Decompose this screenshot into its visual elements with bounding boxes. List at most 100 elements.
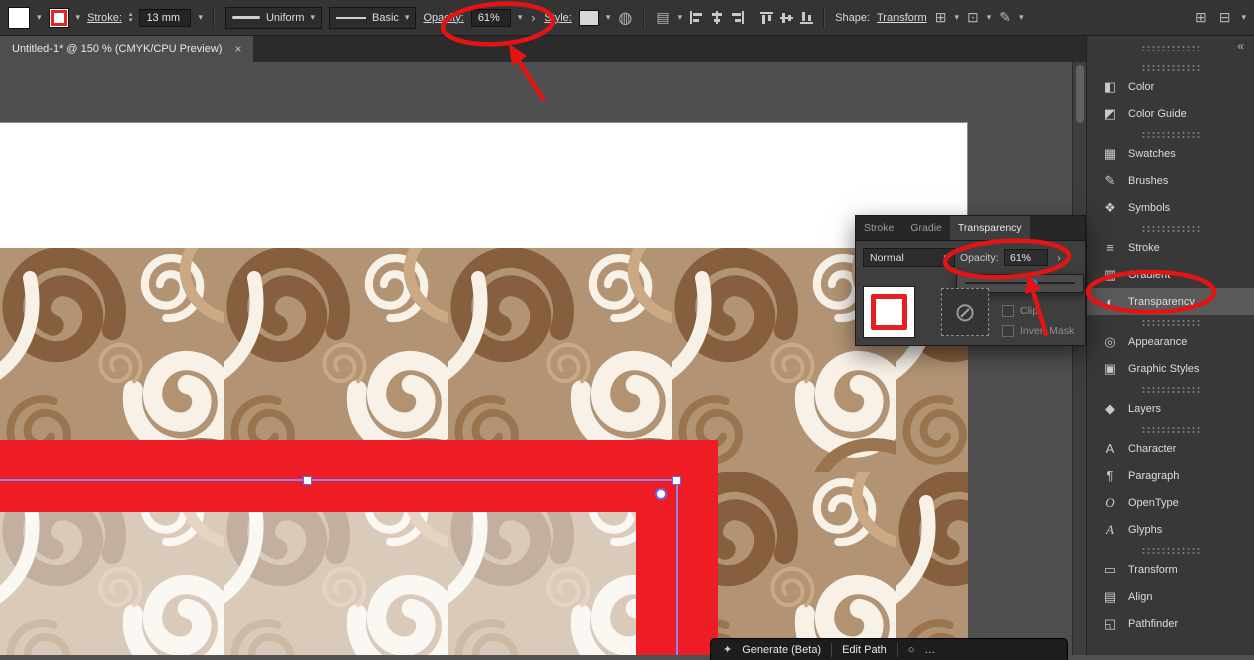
- width-profile-preview-icon: [231, 16, 260, 19]
- width-profile-caret: ▾: [310, 12, 316, 22]
- dock-item-label: Color Guide: [1128, 107, 1187, 120]
- arrange-documents-icon[interactable]: ⊞: [1194, 9, 1208, 26]
- panel-group-grip[interactable]: [1141, 319, 1200, 326]
- style-swatch[interactable]: [578, 9, 599, 26]
- panel-group-grip[interactable]: [1141, 225, 1200, 232]
- pen-options-caret[interactable]: ▾: [1019, 12, 1024, 23]
- anchor-point-indicator[interactable]: [655, 488, 667, 500]
- isolate-selection-icon[interactable]: ⊡: [966, 9, 980, 26]
- invert-mask-checkbox-row[interactable]: Invert Mask: [1002, 325, 1074, 337]
- panel-tab-stroke[interactable]: Stroke: [856, 216, 902, 240]
- blend-mode-select[interactable]: Normal ▾: [863, 248, 955, 267]
- dock-item-graphic-styles[interactable]: ▣ Graphic Styles: [1087, 355, 1254, 382]
- align-bottom-icon[interactable]: [800, 11, 814, 25]
- dock-item-gradient[interactable]: ▥ Gradient: [1087, 261, 1254, 288]
- collapse-dock-icon[interactable]: «: [1237, 39, 1244, 53]
- dock-item-icon: ≡: [1106, 240, 1114, 255]
- transform-presets-icon[interactable]: ⊞: [934, 9, 948, 26]
- dock-item-layers[interactable]: ◆ Layers: [1087, 386, 1254, 422]
- panel-opacity-flyout-arrow[interactable]: ›: [1052, 249, 1066, 266]
- stroke-panel-link[interactable]: Stroke:: [87, 12, 122, 24]
- dock-item-color-guide[interactable]: ◩ Color Guide: [1087, 100, 1254, 127]
- dock-item-symbols[interactable]: ❖ Symbols: [1087, 194, 1254, 221]
- dock-item-pathfinder[interactable]: ◱ Pathfinder: [1087, 610, 1254, 637]
- dock-item-icon: ▣: [1103, 360, 1117, 376]
- dock-item-opentype[interactable]: O OpenType: [1087, 489, 1254, 516]
- panel-group-grip[interactable]: [1141, 131, 1200, 138]
- workspace-caret[interactable]: ▾: [1241, 12, 1246, 23]
- clip-label: Clip: [1020, 305, 1039, 317]
- selected-red-frame-horizontal[interactable]: [0, 440, 718, 512]
- more-icon[interactable]: …: [924, 644, 935, 656]
- workspace-switcher-icon[interactable]: ⊟: [1218, 9, 1232, 26]
- close-tab-icon[interactable]: ×: [234, 42, 241, 56]
- opacity-field[interactable]: 61%: [470, 8, 511, 27]
- transform-panel-link[interactable]: Transform: [877, 12, 927, 24]
- clip-checkbox-row[interactable]: Clip: [1002, 305, 1038, 317]
- isolate-selection-caret[interactable]: ▾: [987, 12, 992, 23]
- stroke-dropdown-caret[interactable]: ▾: [76, 12, 81, 23]
- dock-item-label: Transform: [1128, 563, 1178, 576]
- clip-checkbox[interactable]: [1002, 305, 1014, 317]
- style-caret[interactable]: ▾: [606, 12, 611, 23]
- account-icon[interactable]: ○: [908, 644, 915, 656]
- opacity-panel-link[interactable]: Opacity:: [423, 12, 463, 24]
- document-tab[interactable]: Untitled-1* @ 150 % (CMYK/CPU Preview) ×: [0, 36, 254, 62]
- invert-mask-checkbox[interactable]: [1002, 325, 1014, 337]
- align-right-icon[interactable]: [731, 11, 745, 24]
- opacity-caret[interactable]: ▾: [518, 12, 523, 23]
- dock-item-stroke[interactable]: ≡ Stroke: [1087, 225, 1254, 261]
- edit-path-button[interactable]: Edit Path: [842, 644, 887, 656]
- vertical-scrollbar[interactable]: [1072, 62, 1086, 655]
- align-top-icon[interactable]: [760, 11, 774, 25]
- stroke-color-swatch[interactable]: [48, 7, 69, 28]
- dock-item-glyphs[interactable]: A Glyphs: [1087, 516, 1254, 543]
- document-setup-icon[interactable]: ▤: [655, 9, 670, 26]
- dock-item-transform[interactable]: ▭ Transform: [1087, 547, 1254, 583]
- generate-button[interactable]: Generate (Beta): [742, 644, 821, 656]
- align-left-icon[interactable]: [689, 11, 703, 24]
- opacity-slider-thumb[interactable]: [1027, 278, 1038, 289]
- dock-item-color[interactable]: ◧ Color: [1087, 64, 1254, 100]
- sparkle-icon: ✦: [723, 644, 733, 656]
- transform-presets-caret[interactable]: ▾: [954, 12, 959, 23]
- fill-color-swatch[interactable]: [8, 6, 30, 29]
- stroke-weight-caret[interactable]: ▾: [198, 12, 203, 23]
- panel-group-grip[interactable]: [1141, 426, 1200, 433]
- brush-select[interactable]: Basic ▾: [329, 6, 417, 29]
- dock-item-transparency[interactable]: ◐ Transparency: [1087, 288, 1254, 315]
- object-thumbnail[interactable]: [863, 286, 915, 338]
- dock-item-swatches[interactable]: ▦ Swatches: [1087, 131, 1254, 167]
- fill-dropdown-caret[interactable]: ▾: [37, 12, 42, 23]
- selection-handle-corner[interactable]: [672, 476, 681, 485]
- panel-opacity-field[interactable]: 61%: [1004, 249, 1048, 266]
- dock-item-icon: ▤: [1103, 588, 1117, 604]
- mask-thumbnail[interactable]: ⊘: [941, 288, 989, 336]
- dock-item-paragraph[interactable]: ¶ Paragraph: [1087, 462, 1254, 489]
- panel-tab-transparency[interactable]: Transparency: [949, 216, 1030, 240]
- style-panel-link[interactable]: Style:: [544, 12, 572, 24]
- more-options-chevron[interactable]: ›: [529, 11, 537, 25]
- panel-group-grip[interactable]: [1141, 64, 1200, 71]
- canvas-area[interactable]: [0, 62, 1086, 655]
- stroke-weight-field[interactable]: 13 mm: [139, 8, 192, 27]
- dock-item-icon: ◆: [1105, 400, 1115, 416]
- recolor-artwork-icon[interactable]: ◍: [617, 8, 633, 28]
- selection-handle-mid[interactable]: [303, 476, 312, 485]
- vertical-scrollbar-thumb[interactable]: [1076, 65, 1084, 123]
- align-center-horizontal-icon[interactable]: [710, 11, 724, 24]
- width-profile-select[interactable]: Uniform ▾: [224, 6, 323, 29]
- document-setup-caret[interactable]: ▾: [678, 12, 683, 23]
- dock-grip[interactable]: [1141, 45, 1199, 51]
- dock-item-icon: A: [1105, 441, 1115, 456]
- panel-tab-gradient[interactable]: Gradie: [902, 216, 950, 240]
- panel-group-grip[interactable]: [1141, 547, 1200, 554]
- align-center-vertical-icon[interactable]: [780, 11, 794, 25]
- dock-item-brushes[interactable]: ✎ Brushes: [1087, 167, 1254, 194]
- dock-item-align[interactable]: ▤ Align: [1087, 583, 1254, 610]
- stroke-weight-stepper[interactable]: ▴ ▾: [129, 11, 133, 24]
- panel-group-grip[interactable]: [1141, 386, 1200, 393]
- dock-item-character[interactable]: A Character: [1087, 426, 1254, 462]
- pen-options-icon[interactable]: ✎: [998, 9, 1012, 26]
- dock-item-appearance[interactable]: ◎ Appearance: [1087, 319, 1254, 355]
